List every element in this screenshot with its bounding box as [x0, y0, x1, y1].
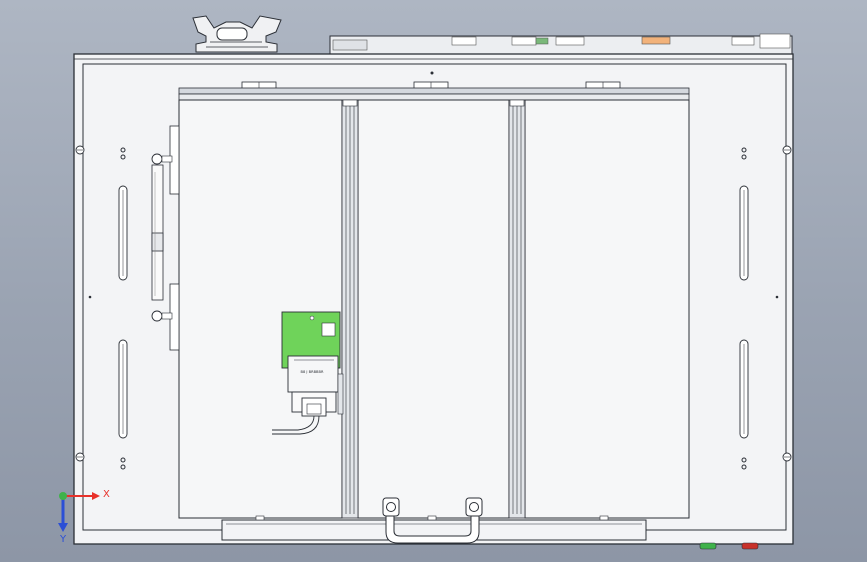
top-rail: [178, 87, 690, 101]
z-axis-marker: [59, 492, 67, 500]
cad-drawing[interactable]: B8 J BRBBBR X Y: [0, 0, 867, 562]
door-panels: [178, 99, 690, 519]
y-axis-label: Y: [59, 534, 67, 545]
y-axis-arrow: [58, 523, 68, 532]
cad-viewport[interactable]: B8 J BRBBBR X Y: [0, 0, 867, 562]
heavy-duty-connector: [192, 15, 282, 53]
green-indicator: [699, 542, 717, 550]
pcb-marking: B8 J BRBBBR: [301, 370, 324, 374]
orange-connector: [641, 36, 671, 45]
top-connector-strip: [329, 33, 793, 55]
vertical-rail-right: [508, 99, 526, 519]
x-axis-label: X: [103, 489, 110, 500]
vertical-rail-left: [341, 99, 359, 519]
red-indicator: [741, 542, 759, 550]
